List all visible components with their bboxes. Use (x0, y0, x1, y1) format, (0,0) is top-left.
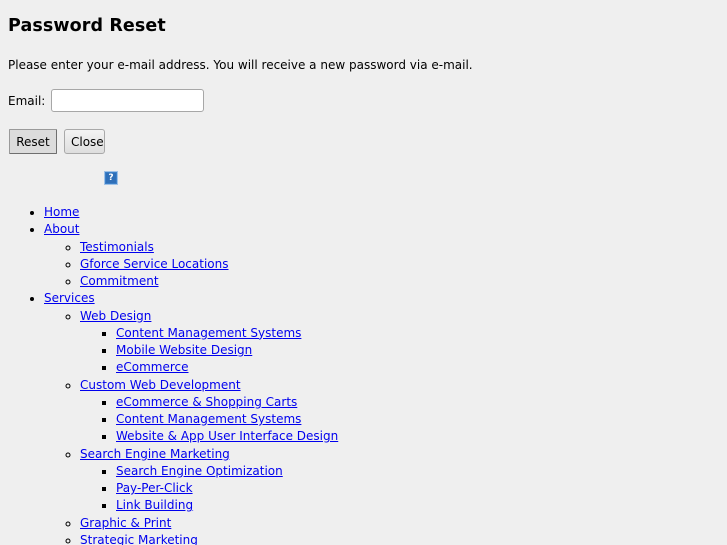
nav-link-cms[interactable]: Content Management Systems (116, 326, 301, 340)
nav-link-shopping-carts[interactable]: eCommerce & Shopping Carts (116, 395, 297, 409)
nav-link-graphic-print[interactable]: Graphic & Print (80, 516, 171, 530)
close-button[interactable]: Close (64, 129, 105, 154)
nav-link-service-locations[interactable]: Gforce Service Locations (80, 257, 229, 271)
nav-item: Mobile Website Design (116, 342, 338, 359)
help-icon[interactable]: ? (104, 171, 118, 185)
nav-item: Content Management Systems (116, 411, 338, 428)
nav-link-sem[interactable]: Search Engine Marketing (80, 447, 230, 461)
nav-item-web-design: Web Design Content Management Systems Mo… (80, 308, 338, 377)
nav-item-graphic-print: Graphic & Print (80, 515, 338, 532)
nav-link-custom-dev[interactable]: Custom Web Development (80, 378, 241, 392)
nav-item-about: About Testimonials Gforce Service Locati… (44, 221, 338, 290)
nav-item-home: Home (44, 204, 338, 221)
nav-link-testimonials[interactable]: Testimonials (80, 240, 154, 254)
nav-link-commitment[interactable]: Commitment (80, 274, 159, 288)
nav-item: Testimonials (80, 239, 338, 256)
nav-link-strategic-marketing[interactable]: Strategic Marketing (80, 533, 198, 545)
email-row: Email: (8, 89, 205, 112)
nav-link-ppc[interactable]: Pay-Per-Click (116, 481, 193, 495)
nav-link-ecommerce[interactable]: eCommerce (116, 360, 189, 374)
nav-link-services[interactable]: Services (44, 291, 95, 305)
nav-item: Pay-Per-Click (116, 480, 338, 497)
about-submenu: Testimonials Gforce Service Locations Co… (44, 239, 338, 291)
web-design-submenu: Content Management Systems Mobile Websit… (80, 325, 338, 377)
nav-link-cms-dev[interactable]: Content Management Systems (116, 412, 301, 426)
nav-item: Link Building (116, 497, 338, 514)
nav-link-web-design[interactable]: Web Design (80, 309, 151, 323)
nav-item-strategic-marketing: Strategic Marketing (80, 532, 338, 545)
services-submenu: Web Design Content Management Systems Mo… (44, 308, 338, 545)
nav-link-home[interactable]: Home (44, 205, 79, 219)
nav-item: eCommerce (116, 359, 338, 376)
intro-text: Please enter your e-mail address. You wi… (8, 58, 473, 72)
custom-dev-submenu: eCommerce & Shopping Carts Content Manag… (80, 394, 338, 446)
nav-item-services: Services Web Design Content Management S… (44, 290, 338, 545)
help-icon-glyph: ? (106, 173, 116, 183)
nav-item-sem: Search Engine Marketing Search Engine Op… (80, 446, 338, 515)
nav-item: Website & App User Interface Design (116, 428, 338, 445)
nav-item: Gforce Service Locations (80, 256, 338, 273)
nav-item-custom-dev: Custom Web Development eCommerce & Shopp… (80, 377, 338, 446)
nav-link-ui-design[interactable]: Website & App User Interface Design (116, 429, 338, 443)
nav-link-about[interactable]: About (44, 222, 79, 236)
site-nav: Home About Testimonials Gforce Service L… (0, 204, 338, 545)
nav-item: Content Management Systems (116, 325, 338, 342)
nav-item: Commitment (80, 273, 338, 290)
nav-link-seo[interactable]: Search Engine Optimization (116, 464, 283, 478)
nav-link-link-building[interactable]: Link Building (116, 498, 193, 512)
sem-submenu: Search Engine Optimization Pay-Per-Click… (80, 463, 338, 515)
reset-button[interactable]: Reset (9, 129, 57, 154)
nav-item: eCommerce & Shopping Carts (116, 394, 338, 411)
page-title: Password Reset (8, 16, 166, 36)
nav-link-mobile-design[interactable]: Mobile Website Design (116, 343, 252, 357)
nav-item: Search Engine Optimization (116, 463, 338, 480)
email-label: Email: (8, 93, 46, 108)
email-input[interactable] (51, 89, 205, 112)
